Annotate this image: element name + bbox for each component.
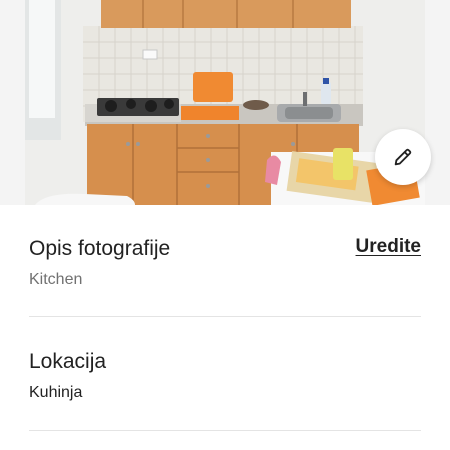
photo-description-section: Opis fotografije Kitchen Uredite xyxy=(29,236,421,290)
edit-description-link[interactable]: Uredite xyxy=(356,236,421,258)
location-title: Lokacija xyxy=(29,350,107,373)
kitchen-illustration xyxy=(25,0,425,205)
divider xyxy=(29,316,421,317)
photo-area xyxy=(0,0,450,205)
description-value: Kitchen xyxy=(29,271,83,288)
kitchen-photo xyxy=(25,0,425,205)
edit-photo-button[interactable] xyxy=(375,129,431,185)
pencil-icon xyxy=(394,148,412,166)
divider xyxy=(29,430,421,431)
location-value: Kuhinja xyxy=(29,384,83,401)
location-section: Lokacija Kuhinja xyxy=(29,349,421,403)
